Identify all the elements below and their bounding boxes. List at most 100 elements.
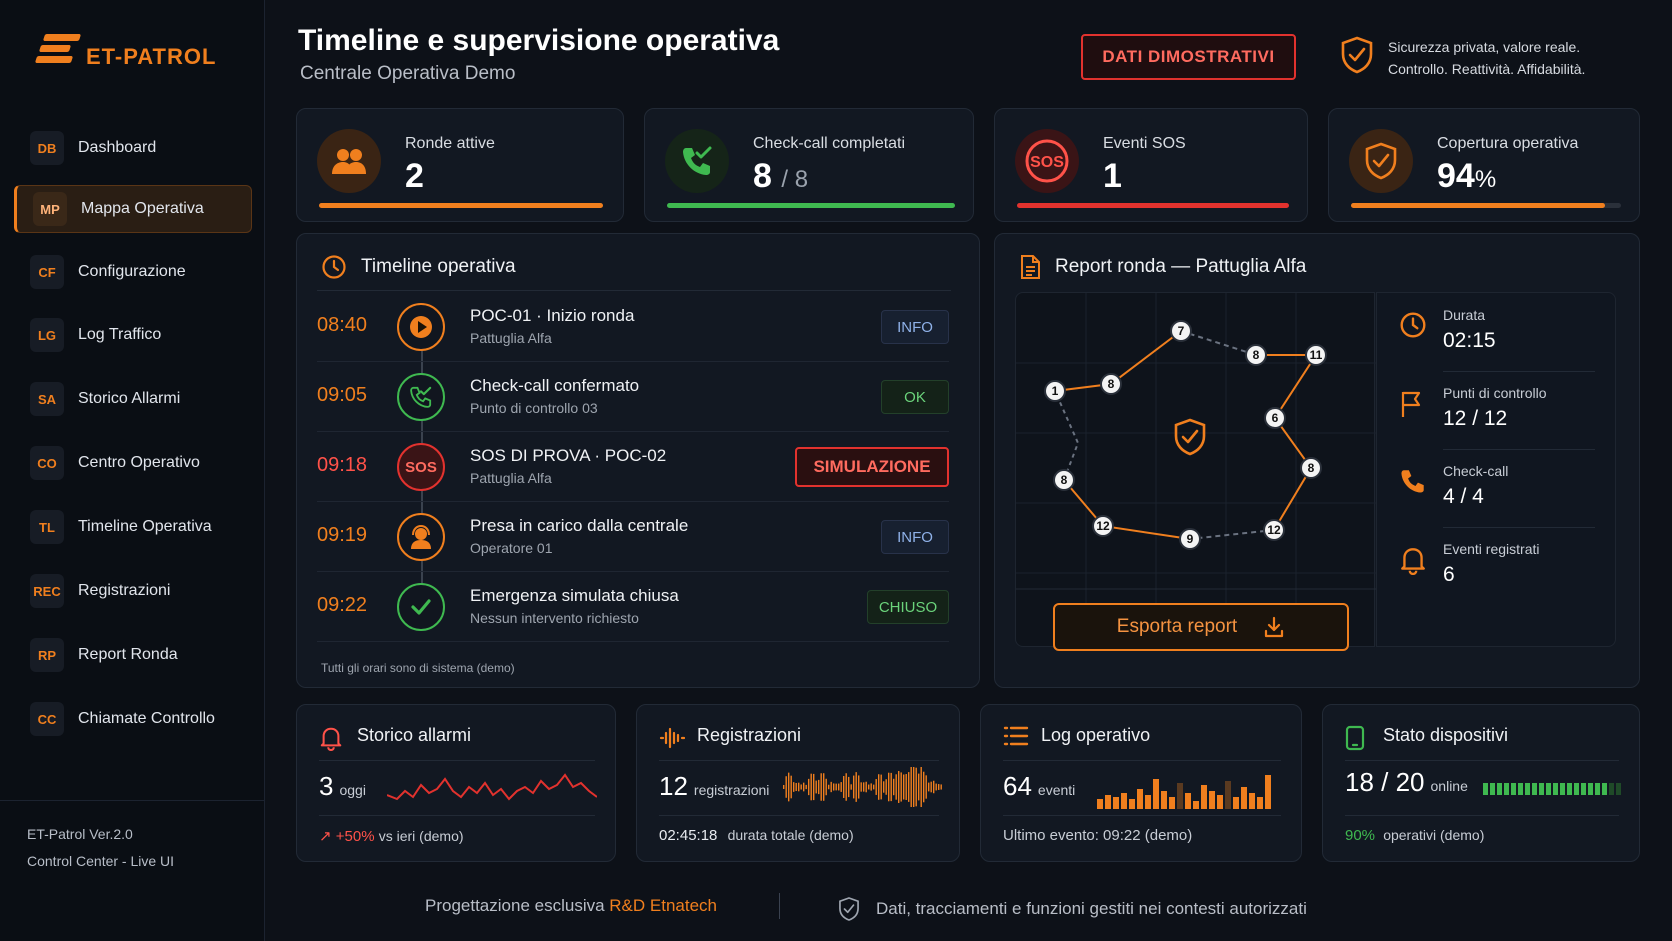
waveform-bar (918, 773, 920, 801)
sidebar-item-label: Timeline Operativa (78, 518, 212, 535)
brand-logo[interactable]: ET-PATROL (34, 30, 216, 72)
summary-value: 02:15 (1443, 329, 1496, 352)
timeline-event-title: Emergenza simulata chiusa (470, 586, 679, 605)
checkpoint-marker[interactable]: 1 (1044, 380, 1066, 402)
logo-mark-icon (34, 30, 84, 72)
waveform-bar (898, 771, 900, 803)
waveform-bar (885, 779, 887, 795)
log-bar (1225, 781, 1231, 809)
nav-code-badge: CF (30, 255, 64, 289)
checkpoint-marker[interactable]: 12 (1092, 515, 1114, 537)
card-stato-dispositivi[interactable]: Stato dispositivi 18 / 20 online 90% oper… (1322, 704, 1640, 862)
divider (1345, 760, 1619, 761)
card-title: Storico allarmi (357, 725, 472, 745)
checkpoint-marker[interactable]: 8 (1300, 457, 1322, 479)
device-segment (1616, 783, 1621, 795)
timeline-time: 08:40 (317, 314, 368, 336)
waveform-bar (840, 782, 842, 792)
checkpoint-marker[interactable]: 11 (1305, 344, 1327, 366)
stat-label: Eventi SOS (1103, 135, 1186, 152)
list-icon (1003, 726, 1029, 746)
waveform-bar (830, 781, 832, 793)
stat-card-checkcall[interactable]: Check-call completati 8 / 8 (644, 108, 974, 222)
checkpoint-marker[interactable]: 8 (1053, 469, 1075, 491)
export-report-button[interactable]: Esporta report (1053, 603, 1349, 651)
card-log-operativo[interactable]: Log operativo 64 eventi Ultimo evento: 09… (980, 704, 1302, 862)
status-badge[interactable]: CHIUSO (867, 590, 949, 624)
checkpoint-marker[interactable]: 7 (1170, 320, 1192, 342)
sidebar-item-report-ronda[interactable]: RP Report Ronda (14, 631, 252, 679)
last-event: Ultimo evento: 09:22 (demo) (1003, 827, 1193, 844)
sidebar-item-log-traffico[interactable]: LG Log Traffico (14, 311, 252, 359)
status-badge[interactable]: OK (881, 380, 949, 414)
device-segment (1525, 783, 1530, 795)
waveform-bar (860, 782, 862, 792)
stat-card-sos[interactable]: SOS Eventi SOS 1 (994, 108, 1308, 222)
card-storico-allarmi[interactable]: Storico allarmi 3 oggi ↗ +50% vs ieri (de… (296, 704, 616, 862)
phone-check-icon (397, 373, 445, 421)
clock-icon (1400, 312, 1426, 338)
sidebar-item-centro-operativo[interactable]: CO Centro Operativo (14, 439, 252, 487)
sidebar-item-mappa-operativa[interactable]: MP Mappa Operativa (14, 185, 252, 233)
waveform-bar (790, 775, 792, 799)
checkpoint-marker[interactable]: 6 (1264, 407, 1286, 429)
check-icon (397, 583, 445, 631)
status-badge[interactable]: INFO (881, 310, 949, 344)
card-footer: ↗ +50% vs ieri (demo) (319, 827, 464, 845)
waveform-bar (870, 783, 872, 791)
divider (1345, 815, 1619, 816)
timeline-row[interactable]: 09:05 Check-call confermato Punto di con… (317, 362, 949, 432)
stat-card-copertura[interactable]: Copertura operativa 94% (1328, 108, 1640, 222)
checkpoint-marker[interactable]: 8 (1100, 373, 1122, 395)
sidebar-item-configurazione[interactable]: CF Configurazione (14, 248, 252, 296)
card-value: 18 / 20 online (1345, 767, 1468, 798)
card-registrazioni[interactable]: Registrazioni 12 registrazioni 02:45:18 d… (636, 704, 960, 862)
waveform-bar (798, 782, 800, 792)
sidebar-item-timeline-operativa[interactable]: TL Timeline Operativa (14, 503, 252, 551)
waveform-bar (850, 784, 852, 790)
demo-data-button[interactable]: DATI DIMOSTRATIVI (1081, 34, 1296, 80)
waveform-bar (903, 774, 905, 800)
sidebar-item-registrazioni[interactable]: REC Registrazioni (14, 567, 252, 615)
stat-card-ronde[interactable]: Ronde attive 2 (296, 108, 624, 222)
checkpoint-label: 8 (1061, 473, 1068, 487)
sos-icon: SOS (1015, 129, 1079, 193)
checkpoint-marker[interactable]: 9 (1179, 528, 1201, 550)
checkpoint-marker[interactable]: 12 (1263, 519, 1285, 541)
card-value-number: 3 (319, 771, 334, 801)
waveform-bar (855, 772, 857, 802)
total-duration: 02:45:18 (659, 827, 718, 844)
footer-brand-link[interactable]: R&D Etnatech (609, 896, 717, 915)
device-segment (1567, 783, 1572, 795)
sidebar-item-dashboard[interactable]: DB Dashboard (14, 124, 252, 172)
shield-check-icon (1349, 129, 1413, 193)
nav-code-badge: MP (33, 192, 67, 226)
timeline-time: 09:19 (317, 524, 368, 546)
sidebar-item-chiamate-controllo[interactable]: CC Chiamate Controllo (14, 695, 252, 743)
timeline-row[interactable]: 09:22 Emergenza simulata chiusa Nessun i… (317, 572, 949, 642)
sidebar-item-storico-allarmi[interactable]: SA Storico Allarmi (14, 375, 252, 423)
nav-code-badge: RP (30, 638, 64, 672)
audio-waveform (783, 767, 942, 807)
patrol-route-map[interactable]: 1 8 7 8 11 6 8 12 9 12 8 (1015, 292, 1376, 648)
checkpoint-marker[interactable]: 8 (1245, 344, 1267, 366)
device-segment (1539, 783, 1544, 795)
timeline-row[interactable]: 09:18 SOS SOS DI PROVA · POC-02 Pattugli… (317, 432, 949, 502)
sidebar-item-label: Log Traffico (78, 326, 162, 343)
nav-code-badge: DB (30, 131, 64, 165)
simulation-badge[interactable]: SIMULAZIONE (795, 447, 949, 487)
device-segment (1574, 783, 1579, 795)
waveform-bar (803, 782, 805, 792)
timeline-row[interactable]: 08:40 POC-01 · Inizio ronda Pattuglia Al… (317, 292, 949, 362)
waveform-bar (900, 772, 902, 802)
stat-value-number: 94 (1437, 157, 1475, 195)
waveform-bar (815, 780, 817, 794)
document-icon (1021, 255, 1040, 279)
device-segment (1553, 783, 1558, 795)
timeline-row[interactable]: 09:19 Presa in carico dalla centrale Ope… (317, 502, 949, 572)
nav-code-badge: SA (30, 382, 64, 416)
nav-code-badge: TL (30, 510, 64, 544)
operational-note: operativi (demo) (1383, 827, 1485, 843)
waveform-bar (818, 779, 820, 795)
status-badge[interactable]: INFO (881, 520, 949, 554)
